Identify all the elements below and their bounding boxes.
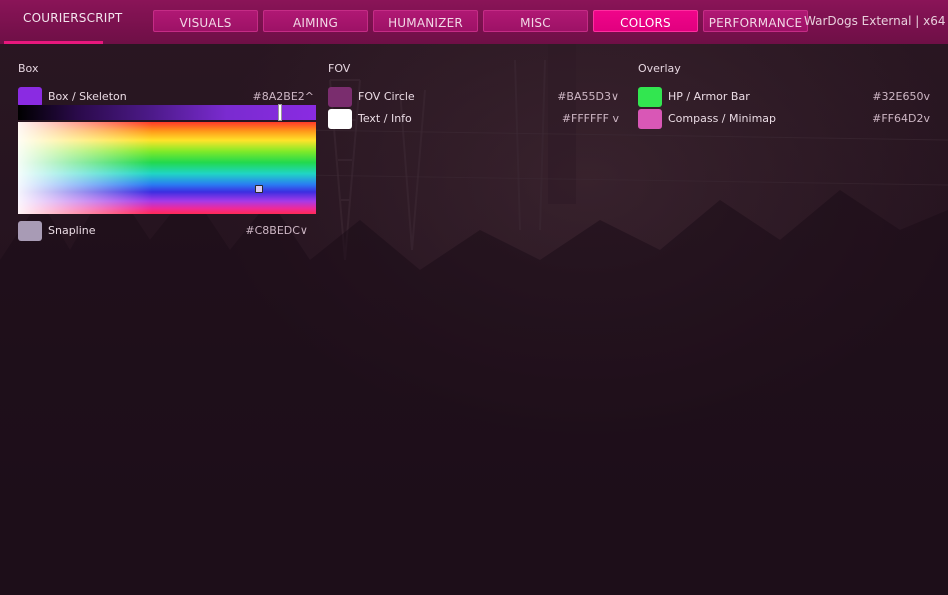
tab-misc[interactable]: MISC [483,10,588,32]
color-spectrum[interactable] [18,122,316,214]
tab-aiming[interactable]: AIMING [263,10,368,32]
color-hex-value[interactable]: #32E650v [872,90,930,103]
brand-label: COURIERSCRIPT [23,11,123,25]
color-hex-value[interactable]: #FF64D2v [872,112,930,125]
color-hex-value[interactable]: #BA55D3∨ [557,90,619,103]
tab-aiming-label: AIMING [292,16,339,30]
section-title-box: Box [18,62,39,75]
hue-slider-handle[interactable] [278,104,283,121]
color-row-label: Box / Skeleton [48,90,127,103]
color-swatch[interactable] [328,109,352,129]
color-swatch[interactable] [328,87,352,107]
color-swatch[interactable] [638,109,662,129]
color-swatch[interactable] [18,221,42,241]
color-row-label: HP / Armor Bar [668,90,750,103]
window-title: WarDogs External | x64 [804,14,946,28]
tab-performance-label: PERFORMANCE [708,16,803,30]
color-row-box-skeleton[interactable]: Box / Skeleton #8A2BE2^ [18,87,314,107]
color-hex-value[interactable]: #FFFFFF v [562,112,619,125]
top-bar: COURIERSCRIPT VISUALS AIMING HUMANIZER M… [0,0,948,44]
color-hex-value[interactable]: #C8BEDC∨ [245,224,308,237]
section-title-fov: FOV [328,62,351,75]
color-row-label: Compass / Minimap [668,112,777,125]
section-title-overlay: Overlay [638,62,681,75]
brand-tab[interactable]: COURIERSCRIPT [4,0,122,44]
tab-humanizer[interactable]: HUMANIZER [373,10,478,32]
tab-visuals-label: VISUALS [179,16,232,30]
color-row-label: FOV Circle [358,90,415,103]
color-swatch[interactable] [18,87,42,107]
tab-visuals[interactable]: VISUALS [153,10,258,32]
color-row-label: Text / Info [358,112,412,125]
color-row-label: Snapline [48,224,96,237]
color-picker[interactable] [18,104,316,215]
spectrum-handle[interactable] [255,185,264,194]
brand-tab-underline [4,41,103,44]
color-row-fov-circle[interactable]: FOV Circle #BA55D3∨ [328,87,619,107]
tab-humanizer-label: HUMANIZER [388,16,463,30]
color-row-text-info[interactable]: Text / Info #FFFFFF v [328,109,619,129]
color-hex-value[interactable]: #8A2BE2^ [253,90,314,103]
tab-performance[interactable]: PERFORMANCE [703,10,808,32]
tab-colors[interactable]: COLORS [593,10,698,32]
color-row-snapline[interactable]: Snapline #C8BEDC∨ [18,221,308,241]
color-row-compass-minimap[interactable]: Compass / Minimap #FF64D2v [638,109,930,129]
color-swatch[interactable] [638,87,662,107]
tab-misc-label: MISC [520,16,551,30]
tab-colors-label: COLORS [620,16,671,30]
hue-slider[interactable] [18,104,316,121]
color-row-hp-armor-bar[interactable]: HP / Armor Bar #32E650v [638,87,930,107]
